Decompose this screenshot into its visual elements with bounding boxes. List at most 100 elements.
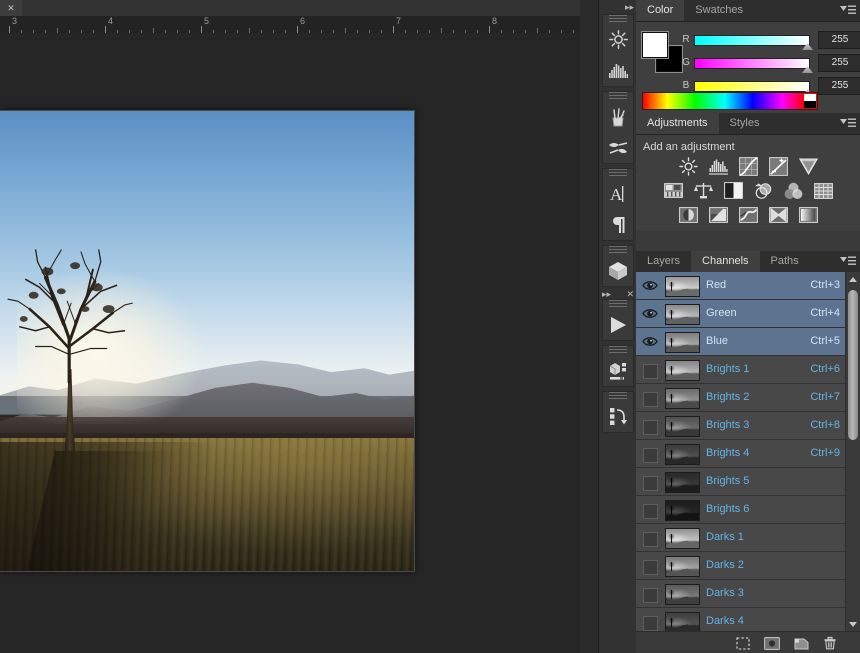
tool-presets-icon[interactable] (603, 132, 633, 163)
table-row[interactable]: Green Ctrl+4 (636, 300, 860, 328)
dock-collapse-icon[interactable]: ▸▸ (625, 2, 634, 13)
dock-group-grip[interactable] (603, 346, 633, 355)
table-row[interactable]: Brights 6 (636, 496, 860, 524)
create-new-channel-button[interactable] (792, 635, 810, 651)
table-row[interactable]: Blue Ctrl+5 (636, 328, 860, 356)
dock-group-grip[interactable] (603, 300, 633, 309)
scroll-down-arrow-icon[interactable] (849, 622, 857, 627)
add-an-adjustment-label: Add an adjustment (643, 141, 735, 153)
exposure-adj-icon[interactable] (768, 157, 788, 176)
table-row[interactable]: Brights 1 Ctrl+6 (636, 356, 860, 384)
vibrance-adj-icon[interactable] (798, 157, 818, 176)
color-slider-track[interactable] (694, 35, 810, 46)
visibility-checkbox[interactable] (643, 392, 658, 407)
document-image[interactable] (0, 110, 415, 572)
tab-layers[interactable]: Layers (636, 251, 691, 272)
channel-thumbnail (665, 276, 700, 297)
paragraph-icon[interactable] (603, 209, 633, 240)
channels-list[interactable]: Red Ctrl+3 Green Ctrl+4 Blue Ctrl+5 Brights 1 C… (636, 272, 860, 632)
eye-icon[interactable] (642, 279, 658, 293)
right-panel-column: Color Swatches R 255 G 255 B 255 Adjustm… (636, 0, 860, 653)
hue-saturation-adj-icon[interactable] (663, 181, 683, 200)
table-row[interactable]: Darks 1 (636, 524, 860, 552)
table-row[interactable]: Red Ctrl+3 (636, 272, 860, 300)
color-slider-track[interactable] (694, 58, 810, 69)
foreground-color-swatch[interactable] (642, 32, 668, 58)
color-panel-menu-icon[interactable] (840, 5, 856, 16)
dock-group-grip[interactable] (603, 169, 633, 178)
horizontal-ruler[interactable]: 3456789 (0, 16, 580, 34)
table-row[interactable]: Darks 4 (636, 608, 860, 632)
adjustments-panel-menu-icon[interactable] (840, 118, 856, 129)
threshold-adj-icon[interactable] (738, 205, 758, 224)
dock-group-grip[interactable] (603, 246, 633, 255)
dock-expand-icon[interactable]: ▸▸ (602, 289, 611, 300)
brushes-icon[interactable] (603, 101, 633, 132)
visibility-checkbox[interactable] (643, 532, 658, 547)
table-row[interactable]: Brights 5 (636, 468, 860, 496)
visibility-checkbox[interactable] (643, 448, 658, 463)
color-balance-adj-icon[interactable] (693, 181, 713, 200)
visibility-checkbox[interactable] (643, 364, 658, 379)
black-white-adj-icon[interactable] (723, 181, 743, 200)
posterize-adj-icon[interactable] (708, 205, 728, 224)
scroll-up-arrow-icon[interactable] (849, 277, 857, 282)
selective-color-adj-icon[interactable] (768, 205, 788, 224)
histogram-icon[interactable] (603, 55, 633, 86)
visibility-checkbox[interactable] (643, 476, 658, 491)
3d-icon[interactable] (603, 255, 633, 286)
table-row[interactable]: Darks 3 (636, 580, 860, 608)
color-slider-track[interactable] (694, 81, 810, 92)
load-channel-as-selection-button[interactable] (734, 635, 752, 651)
visibility-checkbox[interactable] (643, 616, 658, 631)
dock-group-5 (602, 345, 634, 387)
dock-group-grip[interactable] (603, 392, 633, 401)
actions-icon[interactable] (603, 401, 633, 432)
character-icon[interactable]: A (603, 178, 633, 209)
close-document-button[interactable]: ✕ (0, 0, 22, 16)
channel-mixer-adj-icon[interactable] (784, 181, 803, 200)
channels-panel-menu-icon[interactable] (840, 256, 856, 267)
spectrum-white-black-swatch[interactable] (804, 94, 816, 108)
gradient-map-adj-icon[interactable] (798, 205, 818, 224)
color-slider-value-input[interactable]: 255 (818, 54, 860, 72)
invert-adj-icon[interactable] (678, 205, 698, 224)
brightness-contrast-icon[interactable] (603, 24, 633, 55)
brightness-contrast-adj-icon[interactable] (678, 157, 698, 176)
tab-styles[interactable]: Styles (719, 113, 771, 134)
table-row[interactable]: Darks 2 (636, 552, 860, 580)
dock-group-grip[interactable] (603, 15, 633, 24)
table-row[interactable]: Brights 2 Ctrl+7 (636, 384, 860, 412)
dock-close-icon[interactable]: ✕ (626, 289, 634, 300)
table-row[interactable]: Brights 4 Ctrl+9 (636, 440, 860, 468)
timeline-play-icon[interactable] (603, 309, 633, 340)
eye-icon[interactable] (642, 307, 658, 321)
visibility-checkbox[interactable] (643, 420, 658, 435)
tab-paths[interactable]: Paths (760, 251, 810, 272)
color-slider-value-input[interactable]: 255 (818, 77, 860, 95)
color-spectrum-ramp[interactable] (642, 92, 818, 110)
measurement-log-icon[interactable] (603, 355, 633, 386)
levels-adj-icon[interactable] (708, 157, 728, 176)
visibility-checkbox[interactable] (643, 504, 658, 519)
canvas-workspace[interactable] (0, 33, 580, 653)
tab-channels[interactable]: Channels (691, 251, 760, 272)
visibility-checkbox[interactable] (643, 588, 658, 603)
channels-scrollbar-thumb[interactable] (848, 290, 858, 440)
channel-thumbnail (665, 304, 700, 325)
color-lookup-adj-icon[interactable] (813, 181, 833, 200)
eye-icon[interactable] (642, 335, 658, 349)
table-row[interactable]: Brights 3 Ctrl+8 (636, 412, 860, 440)
tab-adjustments[interactable]: Adjustments (636, 113, 719, 134)
save-selection-as-channel-button[interactable] (763, 635, 781, 651)
color-slider-value-input[interactable]: 255 (818, 31, 860, 49)
channels-scrollbar[interactable] (845, 272, 860, 632)
delete-channel-button[interactable] (821, 635, 839, 651)
dock-group-grip[interactable] (603, 92, 633, 101)
tab-swatches[interactable]: Swatches (684, 0, 754, 21)
visibility-checkbox[interactable] (643, 560, 658, 575)
curves-adj-icon[interactable] (738, 157, 758, 176)
photo-filter-adj-icon[interactable] (754, 181, 773, 200)
tab-color[interactable]: Color (636, 0, 685, 21)
channel-shortcut: Ctrl+5 (810, 335, 840, 347)
